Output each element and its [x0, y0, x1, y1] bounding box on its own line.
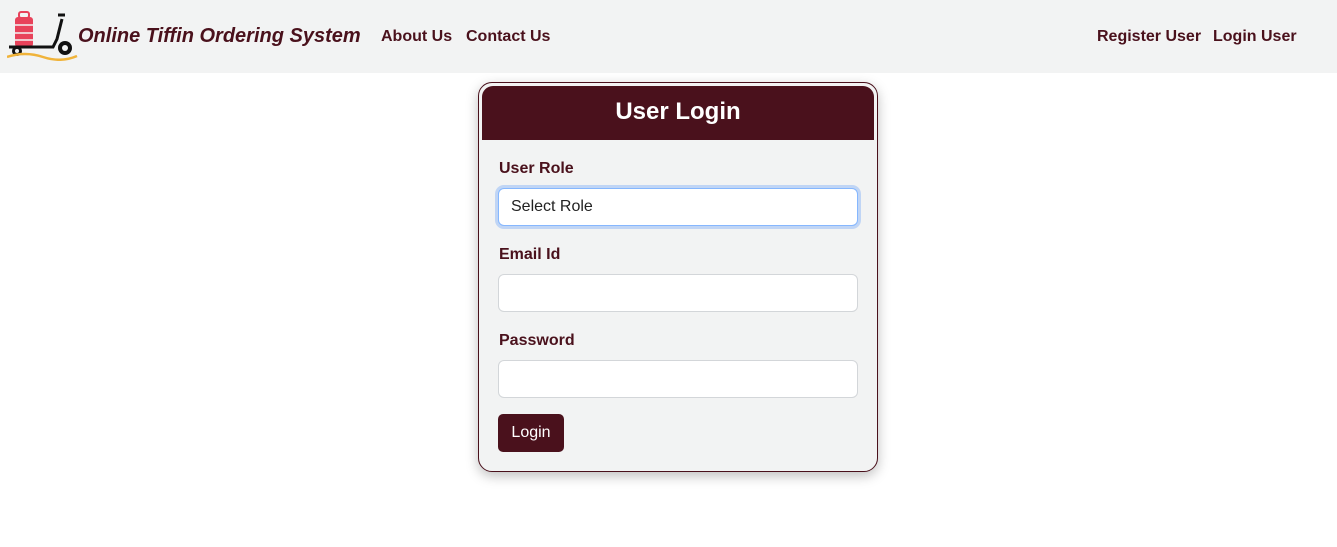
- nav-link-login-user[interactable]: Login User: [1213, 28, 1297, 46]
- top-navbar: Online Tiffin Ordering System About Us C…: [0, 0, 1337, 73]
- user-role-label: User Role: [499, 160, 574, 177]
- user-role-select[interactable]: Select Role: [498, 188, 858, 226]
- nav-link-about-us[interactable]: About Us: [381, 28, 452, 46]
- brand-title[interactable]: Online Tiffin Ordering System: [78, 25, 361, 48]
- user-role-selected-value: Select Role: [511, 198, 593, 215]
- delivery-scooter-logo-icon[interactable]: [7, 9, 79, 61]
- nav-link-register-user[interactable]: Register User: [1097, 28, 1201, 46]
- login-button[interactable]: Login: [498, 414, 564, 452]
- login-card: User Login User Role Select Role Email I…: [478, 82, 878, 472]
- password-input[interactable]: [498, 360, 858, 398]
- login-card-title: User Login: [482, 86, 874, 140]
- password-label: Password: [499, 332, 575, 349]
- email-id-input[interactable]: [498, 274, 858, 312]
- nav-link-contact-us[interactable]: Contact Us: [466, 28, 550, 46]
- email-id-label: Email Id: [499, 246, 561, 263]
